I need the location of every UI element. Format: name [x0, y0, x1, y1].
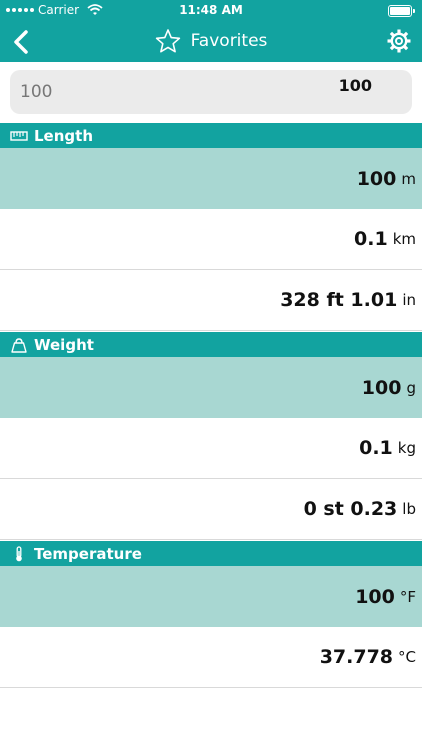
conversion-row-kg[interactable]: 0.1 kg [0, 418, 422, 479]
row-unit: kg [397, 439, 416, 457]
conversion-row-ft-in[interactable]: 328 ft 1.01 in [0, 270, 422, 331]
row-value: 100 [361, 376, 402, 399]
conversion-row-celsius[interactable]: 37.778 °C [0, 627, 422, 688]
row-unit: °F [399, 587, 416, 606]
gear-icon[interactable] [386, 28, 412, 54]
conversion-row-g[interactable]: 100 g [0, 357, 422, 418]
row-value: 100 [356, 167, 397, 190]
star-icon[interactable] [155, 28, 181, 54]
row-value: 37.778 [319, 646, 394, 668]
nav-title-group: Favorites [0, 28, 422, 54]
thermometer-icon [16, 545, 22, 561]
status-time: 11:48 AM [179, 3, 243, 17]
row-value: 100 [355, 585, 395, 608]
row-value: 0.1 [354, 228, 388, 250]
section-header-weight: Weight [0, 332, 422, 357]
row-unit: m [401, 169, 416, 188]
page-title: Favorites [190, 31, 268, 51]
conversion-row-fahrenheit[interactable]: 100 °F [0, 566, 422, 627]
value-input[interactable] [20, 78, 300, 106]
ruler-icon [10, 130, 28, 141]
conversion-row-km[interactable]: 0.1 km [0, 209, 422, 270]
row-unit: lb [402, 500, 416, 518]
conversion-row-m[interactable]: 100 m [0, 148, 422, 209]
weight-icon [11, 337, 27, 353]
input-result-value: 100 [338, 76, 372, 95]
section-title-temperature: Temperature [34, 544, 142, 563]
section-title-length: Length [34, 126, 93, 145]
row-value: 328 ft 1.01 [280, 289, 398, 311]
row-unit: km [392, 230, 416, 248]
row-value: 0.1 [359, 437, 393, 459]
section-header-temperature: Temperature [0, 541, 422, 566]
conversion-row-st-lb[interactable]: 0 st 0.23 lb [0, 479, 422, 540]
section-title-weight: Weight [34, 335, 94, 354]
value-input-box[interactable]: 100 [10, 70, 412, 114]
row-unit: °C [398, 648, 416, 666]
row-unit: g [406, 378, 416, 397]
section-header-length: Length [0, 123, 422, 148]
status-bar: Carrier 11:48 AM [0, 0, 422, 22]
row-unit: in [402, 291, 416, 309]
row-value: 0 st 0.23 [303, 498, 398, 520]
nav-bar: Favorites [0, 22, 422, 62]
battery-icon [388, 5, 415, 17]
